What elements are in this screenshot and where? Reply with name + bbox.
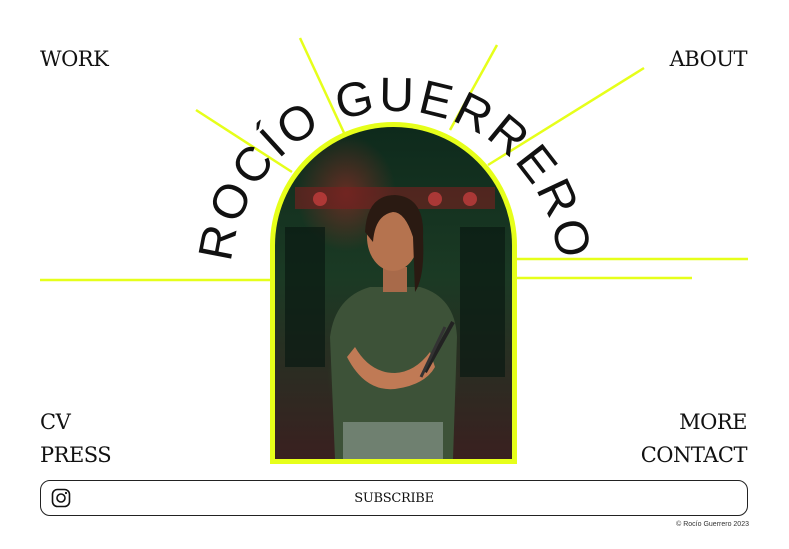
subscribe-bar[interactable]: SUBSCRIBE	[40, 480, 748, 516]
nav-press[interactable]: PRESS	[40, 445, 112, 466]
svg-text:ROCÍO GUERRERO: ROCÍO GUERRERO	[189, 69, 601, 265]
nav-about[interactable]: ABOUT	[670, 49, 748, 70]
copyright-text: © Rocío Guerrero 2023	[676, 521, 749, 528]
nav-cv[interactable]: CV	[40, 412, 71, 433]
subscribe-button[interactable]: SUBSCRIBE	[41, 491, 747, 506]
nav-more[interactable]: MORE	[679, 412, 747, 433]
nav-contact[interactable]: CONTACT	[641, 445, 748, 466]
nav-work[interactable]: WORK	[40, 49, 109, 70]
site-title: ROCÍO GUERRERO	[189, 69, 598, 265]
